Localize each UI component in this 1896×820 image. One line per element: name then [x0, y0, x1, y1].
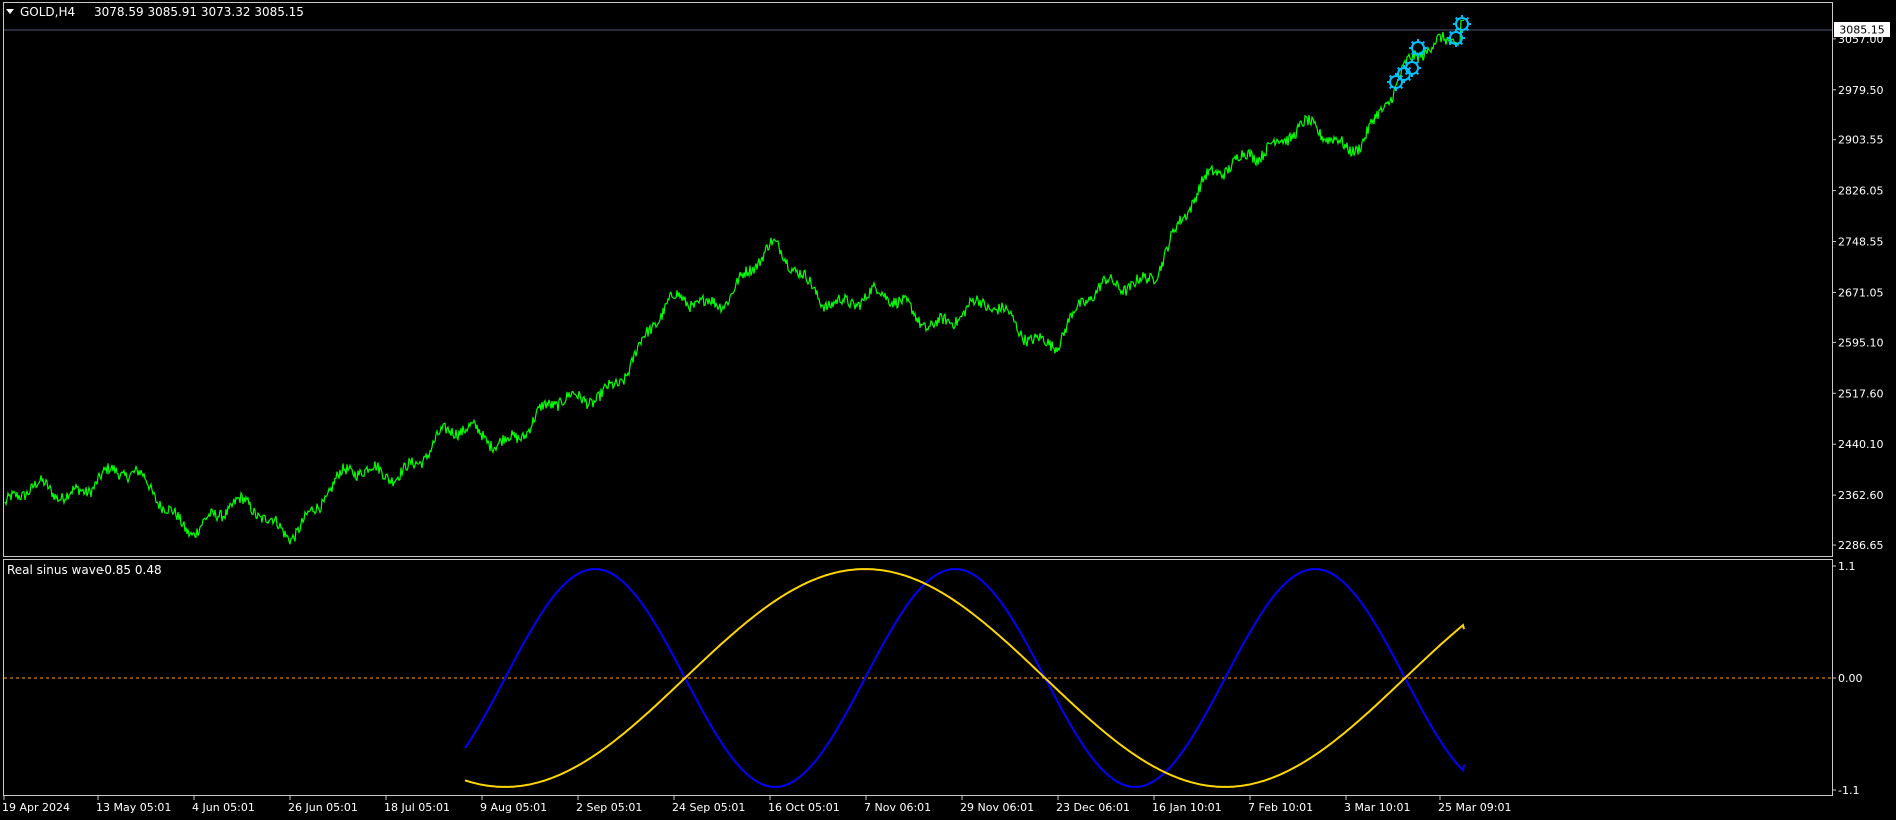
current-price-tag: 3085.15: [1834, 22, 1890, 37]
indicator-tick-label: 0.00: [1838, 672, 1863, 685]
price-tick-label: 2362.60: [1838, 489, 1884, 502]
price-tick-label: 2826.05: [1838, 185, 1884, 198]
price-tick-label: 2979.50: [1838, 84, 1884, 97]
time-tick-label: 18 Jul 05:01: [384, 801, 450, 814]
symbol-title: GOLD,H4: [20, 5, 75, 19]
time-tick-label: 23 Dec 06:01: [1056, 801, 1130, 814]
indicator-title: Real sinus wave: [7, 563, 103, 577]
ohlc-readout: 3078.59 3085.91 3073.32 3085.15: [94, 5, 304, 19]
time-tick-label: 29 Nov 06:01: [960, 801, 1034, 814]
indicator-values: -0.85 0.48: [100, 563, 162, 577]
time-tick-label: 9 Aug 05:01: [480, 801, 547, 814]
time-tick-label: 16 Oct 05:01: [768, 801, 840, 814]
price-tick-label: 2671.05: [1838, 286, 1884, 299]
time-tick-label: 25 Mar 09:01: [1438, 801, 1511, 814]
time-tick-label: 19 Apr 2024: [2, 801, 70, 814]
time-tick-label: 3 Mar 10:01: [1344, 801, 1410, 814]
time-tick-label: 4 Jun 05:01: [192, 801, 255, 814]
time-tick-label: 24 Sep 05:01: [672, 801, 745, 814]
price-tick-label: 2440.10: [1838, 438, 1884, 451]
time-tick-label: 16 Jan 10:01: [1152, 801, 1222, 814]
time-tick-label: 2 Sep 05:01: [576, 801, 642, 814]
price-tick-label: 2286.65: [1838, 539, 1884, 552]
price-tick-label: 2595.10: [1838, 336, 1884, 349]
current-price-label: 3085.15: [1839, 24, 1885, 37]
price-tick-label: 2748.55: [1838, 236, 1884, 249]
price-tick-label: 2903.55: [1838, 134, 1884, 147]
time-tick-label: 7 Feb 10:01: [1248, 801, 1313, 814]
indicator-tick-label: -1.1: [1838, 784, 1859, 797]
time-tick-label: 13 May 05:01: [96, 801, 171, 814]
price-tick-label: 2517.60: [1838, 387, 1884, 400]
chart-canvas: 3057.002979.502903.552826.052748.552671.…: [0, 0, 1896, 820]
time-tick-label: 26 Jun 05:01: [288, 801, 358, 814]
indicator-tick-label: 1.1: [1838, 560, 1856, 573]
time-tick-label: 7 Nov 06:01: [864, 801, 931, 814]
